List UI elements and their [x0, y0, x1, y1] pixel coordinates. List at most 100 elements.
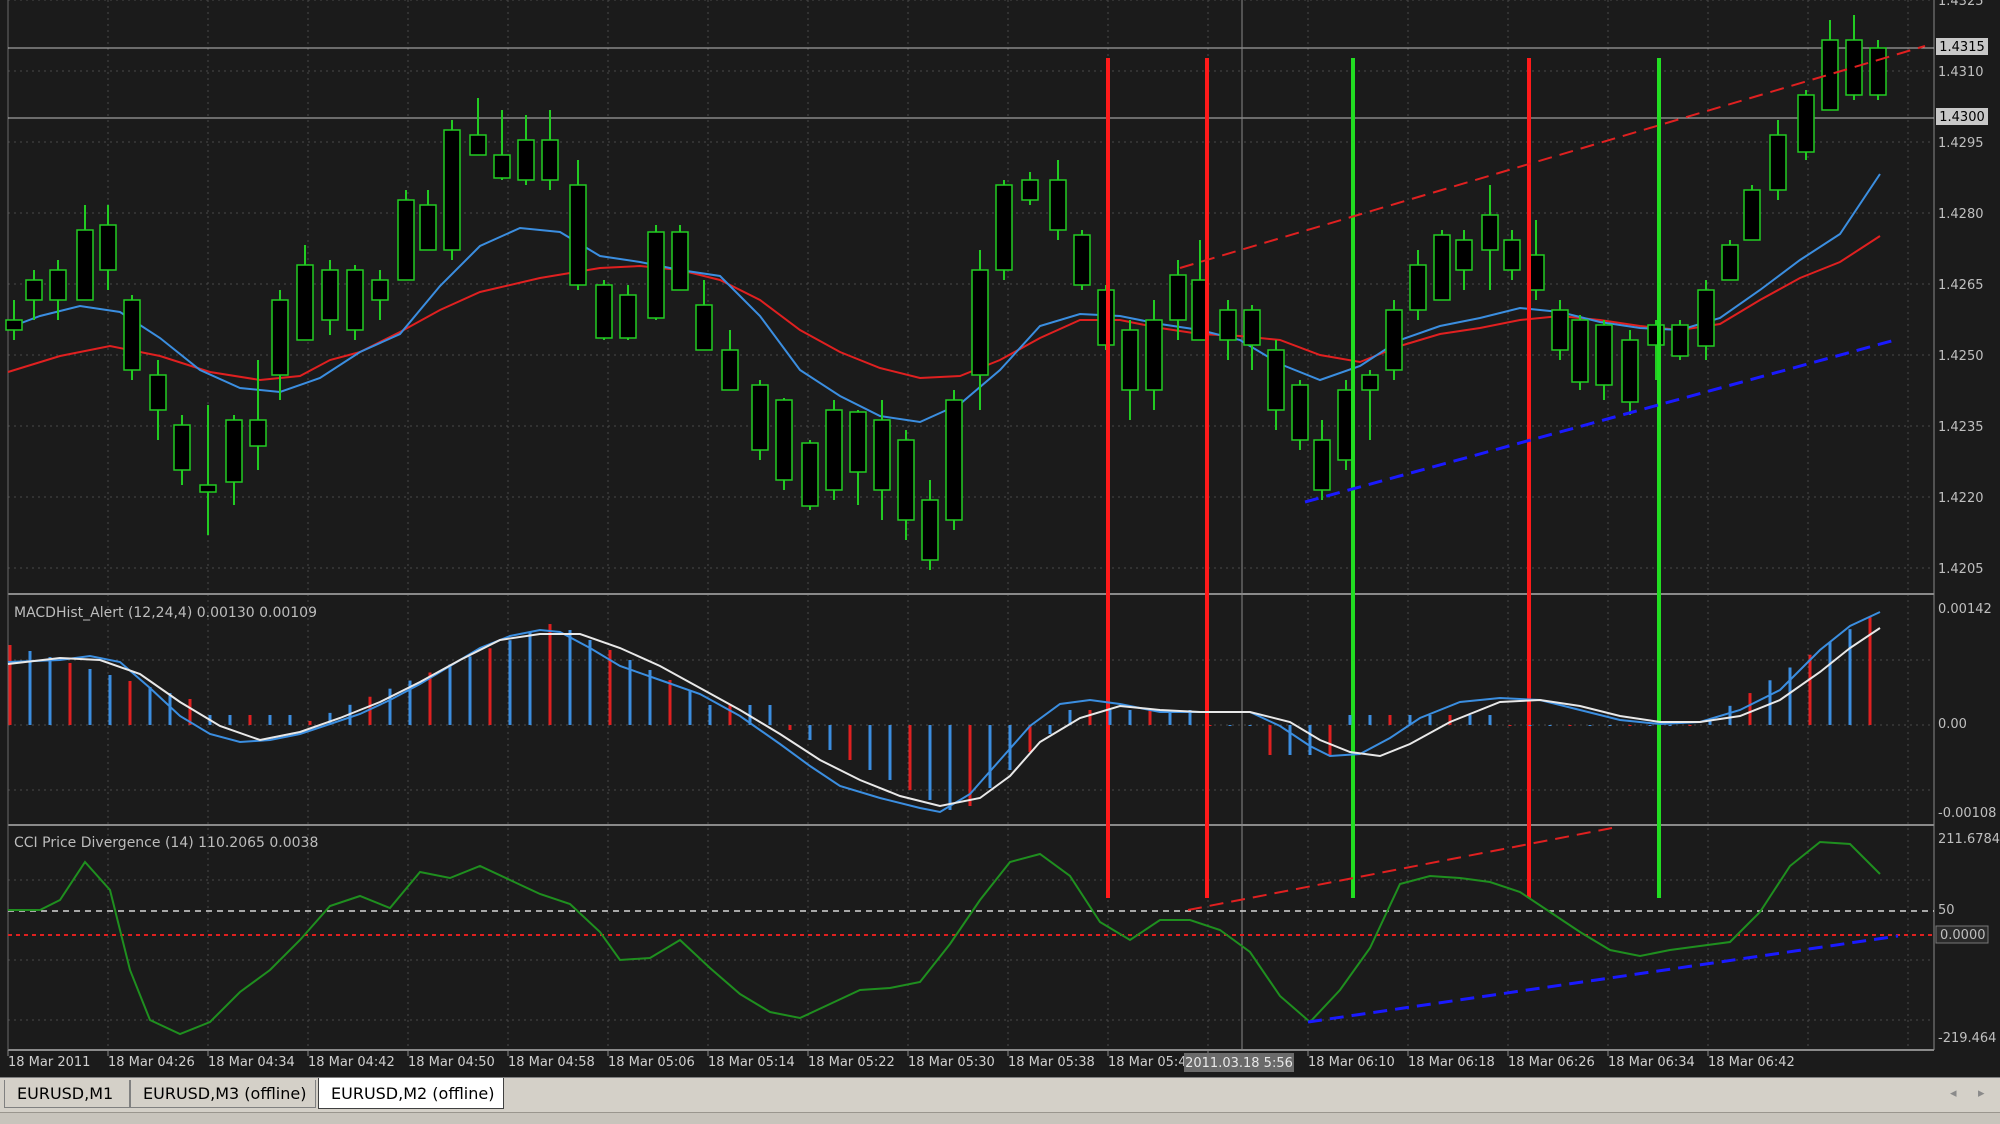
price-marker-top: 1.4315 — [1939, 40, 1985, 55]
macd-label-top: 0.00142 — [1938, 602, 1992, 617]
macd-bar — [1528, 725, 1532, 726]
price-marker-second: 1.4300 — [1939, 110, 1985, 125]
chart-background — [0, 0, 2000, 1077]
macd-bar — [1668, 725, 1672, 726]
triangle-left-icon[interactable]: ◂ — [1950, 1086, 1957, 1101]
candlestick — [647, 225, 665, 320]
time-label: 18 Mar 2011 — [8, 1055, 90, 1070]
candlestick — [123, 295, 141, 380]
macd-bar — [108, 675, 112, 725]
macd-bar — [568, 630, 572, 725]
candlestick — [671, 225, 689, 291]
tab-eurusd-m1[interactable]: EURUSD,M1 — [4, 1080, 130, 1108]
candlestick — [1571, 315, 1589, 390]
macd-bar — [888, 725, 892, 780]
macd-bar — [1128, 710, 1132, 725]
macd-bar — [1028, 725, 1032, 752]
time-label: 18 Mar 05:4 — [1108, 1055, 1187, 1070]
candlestick — [751, 380, 769, 460]
tab-eurusd-m3[interactable]: EURUSD,M3 (offline) — [130, 1080, 316, 1108]
macd-bar — [228, 715, 232, 725]
crosshair-time: 2011.03.18 5:56 — [1185, 1056, 1293, 1071]
candlestick — [443, 120, 461, 260]
macd-bar — [1788, 667, 1792, 725]
price-label: 1.4295 — [1938, 136, 1984, 151]
macd-bar — [1748, 693, 1752, 725]
macd-bar — [1728, 705, 1732, 725]
trading-terminal: 1.4325 1.4310 1.4295 1.4280 1.4265 1.4250 1.42… — [0, 0, 2000, 1124]
macd-bar — [508, 640, 512, 725]
tab-eurusd-m2[interactable]: EURUSD,M2 (offline) — [318, 1078, 504, 1109]
time-label: 18 Mar 04:50 — [408, 1055, 495, 1070]
macd-label-zero: 0.00 — [1938, 717, 1967, 732]
macd-bar — [1628, 725, 1632, 726]
macd-bar — [8, 645, 12, 725]
macd-bar — [1828, 641, 1832, 725]
candlestick — [1621, 330, 1639, 415]
price-label: 1.4280 — [1938, 207, 1984, 222]
macd-bar — [1808, 654, 1812, 725]
time-label: 18 Mar 06:26 — [1508, 1055, 1595, 1070]
macd-bar — [1468, 715, 1472, 725]
candlestick — [1671, 320, 1689, 360]
candlestick — [1385, 300, 1403, 380]
time-label: 18 Mar 06:34 — [1608, 1055, 1695, 1070]
time-label: 18 Mar 05:14 — [708, 1055, 795, 1070]
cci-label-zero: 0.0000 — [1940, 928, 1986, 943]
cci-label-top: 211.6784 — [1938, 832, 2000, 847]
time-label: 18 Mar 05:30 — [908, 1055, 995, 1070]
macd-bar — [588, 640, 592, 725]
macd-bar — [1648, 725, 1652, 726]
candlestick — [995, 180, 1013, 280]
macd-bar — [1848, 629, 1852, 725]
candlestick — [1721, 240, 1739, 281]
macd-bar — [808, 725, 812, 740]
candlestick — [1743, 185, 1761, 241]
macd-bar — [1388, 715, 1392, 725]
candlestick — [1291, 380, 1309, 450]
macd-bar — [308, 720, 312, 725]
macd-bar — [528, 632, 532, 725]
macd-bar — [708, 705, 712, 725]
macd-bar — [1328, 725, 1332, 755]
candlestick — [1433, 230, 1451, 301]
macd-bar — [1268, 725, 1272, 755]
time-label: 18 Mar 05:06 — [608, 1055, 695, 1070]
macd-bar — [128, 681, 132, 725]
macd-bar — [1608, 725, 1612, 726]
macd-bar — [928, 725, 932, 800]
cci-label-50: 50 — [1938, 903, 1955, 918]
time-label: 18 Mar 04:34 — [208, 1055, 295, 1070]
macd-bar — [848, 725, 852, 760]
macd-bar — [1688, 725, 1692, 726]
macd-bar — [1348, 715, 1352, 725]
time-label: 18 Mar 06:10 — [1308, 1055, 1395, 1070]
macd-bar — [1308, 725, 1312, 755]
macd-bar — [1428, 715, 1432, 725]
candlestick — [595, 280, 613, 340]
macd-bar — [548, 624, 552, 725]
time-label: 18 Mar 04:42 — [308, 1055, 395, 1070]
macd-title: MACDHist_Alert (12,24,4) 0.00130 0.00109 — [14, 605, 317, 621]
price-label: 1.4205 — [1938, 562, 1984, 577]
candlestick — [1797, 90, 1815, 160]
macd-bar — [1108, 710, 1112, 725]
macd-bar — [688, 690, 692, 725]
macd-bar — [1568, 725, 1572, 726]
macd-bar — [728, 705, 732, 725]
status-strip — [0, 1112, 2000, 1124]
price-label: 1.4250 — [1938, 349, 1984, 364]
macd-bar — [428, 672, 432, 725]
triangle-right-icon[interactable]: ▸ — [1978, 1086, 1985, 1101]
candlestick — [945, 390, 963, 530]
price-label: 1.4235 — [1938, 420, 1984, 435]
price-marker-second-box: 1.4300 — [1936, 108, 1988, 125]
macd-bar — [1368, 715, 1372, 725]
macd-bar — [288, 715, 292, 725]
macd-bar — [248, 715, 252, 725]
chart-window[interactable]: 1.4325 1.4310 1.4295 1.4280 1.4265 1.4250 1.42… — [0, 0, 2000, 1077]
candlestick — [397, 190, 415, 281]
candlestick — [346, 265, 364, 340]
macd-bar — [1148, 710, 1152, 725]
macd-bar — [468, 656, 472, 725]
